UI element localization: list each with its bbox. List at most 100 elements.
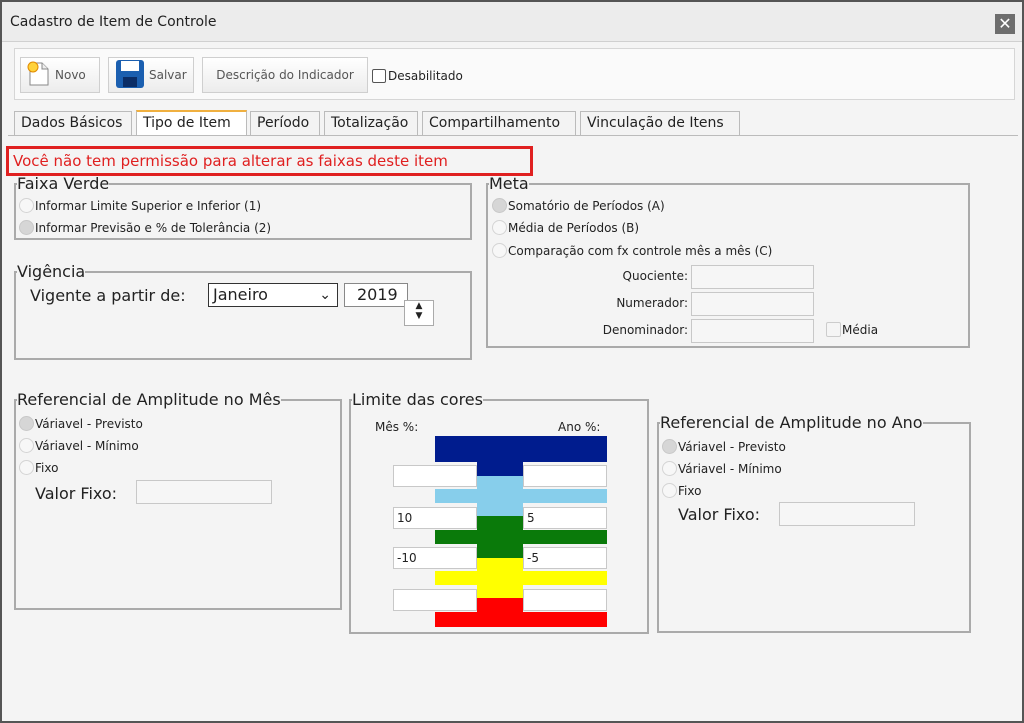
meta-legend: Meta [489, 174, 529, 193]
vigencia-legend: Vigência [17, 262, 86, 281]
media-checkbox[interactable]: Média [826, 322, 878, 337]
ref-ano-legend: Referencial de Amplitude no Ano [660, 413, 923, 432]
radio-icon[interactable] [662, 461, 677, 476]
ref-mes-option-previsto[interactable]: Váriavel - Previsto [19, 416, 143, 431]
blue-stem [477, 461, 523, 476]
ref-ano-option-fixo[interactable]: Fixo [662, 483, 701, 498]
mes-limit-input-4[interactable] [393, 589, 477, 611]
title-bar: Cadastro de Item de Controle ✕ [2, 2, 1022, 42]
mes-percent-label: Mês %: [375, 420, 419, 434]
ano-limit-input-3[interactable]: -5 [523, 547, 607, 569]
ano-limit-input-4[interactable] [523, 589, 607, 611]
desabilitado-checkbox[interactable]: Desabilitado [372, 69, 463, 83]
radio-icon[interactable] [19, 438, 34, 453]
meta-option-b[interactable]: Média de Períodos (B) [492, 220, 639, 235]
option-label: Váriavel - Mínimo [678, 461, 782, 476]
window-title: Cadastro de Item de Controle [10, 14, 217, 30]
radio-icon[interactable] [492, 220, 507, 235]
ref-mes-valor-fixo-input[interactable] [136, 480, 272, 504]
ref-ano-valor-fixo-input[interactable] [779, 502, 915, 526]
denominador-input[interactable] [691, 319, 814, 343]
desabilitado-label: Desabilitado [388, 69, 463, 83]
radio-selected-icon[interactable] [492, 198, 507, 213]
year-input[interactable]: 2019 [344, 283, 408, 307]
novo-button[interactable]: Novo [20, 57, 100, 93]
descricao-indicador-button[interactable]: Descrição do Indicador [202, 57, 368, 93]
ref-ano-option-previsto[interactable]: Váriavel - Previsto [662, 439, 786, 454]
option-label: Somatório de Períodos (A) [508, 198, 665, 213]
yellow-stem [477, 558, 523, 598]
option-label: Váriavel - Previsto [35, 416, 143, 431]
radio-selected-icon[interactable] [19, 416, 34, 431]
permission-warning: Você não tem permissão para alterar as f… [6, 146, 533, 176]
option-label: Informar Previsão e % de Tolerância (2) [35, 220, 272, 235]
faixa-verde-legend: Faixa Verde [17, 174, 110, 193]
faixa-verde-option-2[interactable]: Informar Previsão e % de Tolerância (2) [19, 220, 271, 235]
ref-mes-option-minimo[interactable]: Váriavel - Mínimo [19, 438, 139, 453]
mes-limit-input-1[interactable] [393, 465, 477, 487]
tab-compartilhamento[interactable]: Compartilhamento [422, 111, 576, 135]
radio-icon[interactable] [662, 483, 677, 498]
option-label: Comparação com fx controle mês a mês (C) [508, 243, 773, 258]
quociente-label: Quociente: [622, 269, 688, 283]
numerador-input[interactable] [691, 292, 814, 316]
denominador-label: Denominador: [602, 323, 688, 337]
year-spinner[interactable]: ▲ ▼ [404, 300, 434, 326]
option-label: Váriavel - Previsto [678, 439, 786, 454]
descricao-indicador-label: Descrição do Indicador [216, 68, 354, 82]
green-stem [477, 516, 523, 558]
light-blue-stem [477, 476, 523, 516]
ref-mes-legend: Referencial de Amplitude no Mês [17, 390, 281, 409]
ref-mes-valor-fixo-label: Valor Fixo: [35, 484, 118, 503]
novo-label: Novo [55, 68, 86, 82]
ref-mes-option-fixo[interactable]: Fixo [19, 460, 58, 475]
numerador-label: Numerador: [616, 296, 688, 310]
desabilitado-box[interactable] [372, 69, 386, 83]
dialog-window: Cadastro de Item de Controle ✕ Novo Salv… [0, 0, 1024, 723]
ano-limit-input-1[interactable] [523, 465, 607, 487]
radio-icon[interactable] [19, 460, 34, 475]
ano-percent-label: Ano %: [558, 420, 601, 434]
new-document-icon [27, 61, 51, 90]
mes-limit-input-2[interactable]: 10 [393, 507, 477, 529]
option-label: Váriavel - Mínimo [35, 438, 139, 453]
month-select[interactable]: Janeiro ⌄ [208, 283, 338, 307]
chevron-down-icon: ⌄ [319, 287, 331, 303]
tab-periodo[interactable]: Período [250, 111, 320, 135]
tab-vinculacao-de-itens[interactable]: Vinculação de Itens [580, 111, 740, 135]
tab-dados-basicos[interactable]: Dados Básicos [14, 111, 132, 135]
option-label: Média de Períodos (B) [508, 220, 640, 235]
ref-ano-option-minimo[interactable]: Váriavel - Mínimo [662, 461, 782, 476]
tab-tipo-de-item[interactable]: Tipo de Item [136, 110, 247, 136]
limite-cores-legend: Limite das cores [352, 390, 483, 409]
media-label: Média [842, 322, 879, 337]
meta-option-c[interactable]: Comparação com fx controle mês a mês (C) [492, 243, 772, 258]
radio-selected-icon[interactable] [19, 220, 34, 235]
option-label: Fixo [678, 483, 702, 498]
faixa-verde-option-1[interactable]: Informar Limite Superior e Inferior (1) [19, 198, 261, 213]
vigente-label: Vigente a partir de: [30, 286, 186, 305]
ref-ano-valor-fixo-label: Valor Fixo: [678, 505, 761, 524]
red-band [435, 612, 607, 627]
quociente-input[interactable] [691, 265, 814, 289]
salvar-label: Salvar [149, 68, 187, 82]
save-icon [115, 59, 145, 92]
salvar-button[interactable]: Salvar [108, 57, 194, 93]
spin-up-icon[interactable]: ▲ [405, 301, 433, 311]
ano-limit-input-2[interactable]: 5 [523, 507, 607, 529]
meta-option-a[interactable]: Somatório de Períodos (A) [492, 198, 665, 213]
month-value: Janeiro [213, 285, 268, 304]
spin-down-icon[interactable]: ▼ [405, 311, 433, 321]
radio-icon[interactable] [19, 198, 34, 213]
option-label: Informar Limite Superior e Inferior (1) [35, 198, 262, 213]
red-stem [477, 598, 523, 612]
media-box[interactable] [826, 322, 841, 337]
year-value: 2019 [357, 285, 398, 304]
option-label: Fixo [35, 460, 59, 475]
radio-selected-icon[interactable] [662, 439, 677, 454]
toolbar: Novo Salvar Descrição do Indicador Desab… [14, 48, 1015, 100]
radio-icon[interactable] [492, 243, 507, 258]
tab-totalizacao[interactable]: Totalização [324, 111, 418, 135]
close-icon[interactable]: ✕ [995, 14, 1015, 34]
mes-limit-input-3[interactable]: -10 [393, 547, 477, 569]
